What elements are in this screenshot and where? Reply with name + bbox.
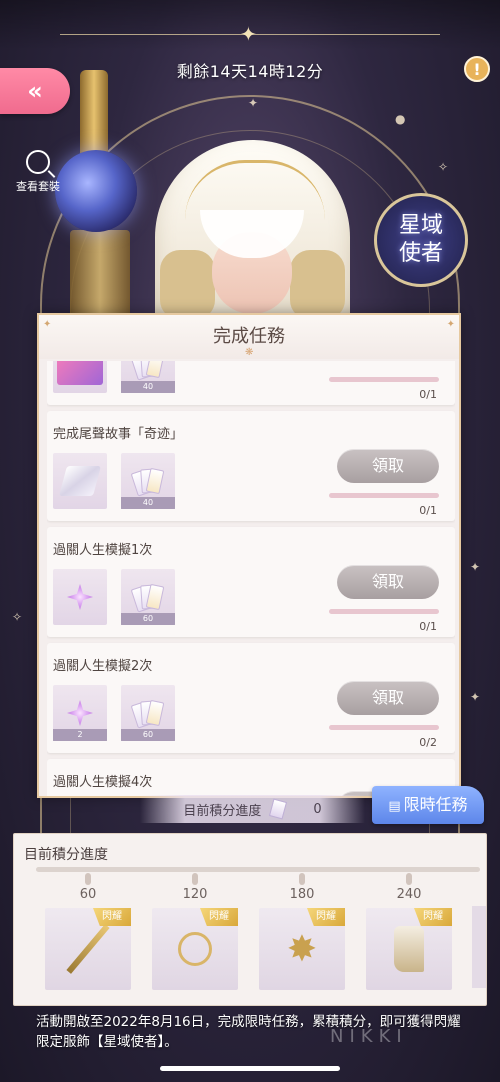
reward-qty: 40 — [121, 497, 175, 509]
task-card: 過關人生模擬2次 2 60 領取 0/2 — [47, 643, 455, 753]
milestone-partial — [472, 906, 486, 988]
limited-task-label: 限時任務 — [403, 795, 468, 814]
reward-progress-track — [36, 867, 480, 872]
exclamation-icon: ! — [473, 59, 481, 79]
progress-bar — [329, 377, 439, 382]
milestone[interactable]: 180 ✸ 閃耀 — [256, 873, 348, 990]
starry-orb — [55, 150, 137, 232]
milestone[interactable]: 240 閃耀 — [363, 873, 455, 990]
search-icon — [26, 150, 50, 174]
double-chevron-left-icon: « — [27, 77, 43, 105]
progress-text: 0/1 — [419, 504, 437, 517]
home-indicator[interactable] — [160, 1066, 340, 1071]
milestone-value: 120 — [182, 887, 208, 902]
reward-slot[interactable]: 40 — [121, 361, 175, 393]
progress-bar — [329, 725, 439, 730]
task-name: 過關人生模擬4次 — [53, 775, 153, 790]
emblem-line2: 使者 — [398, 241, 443, 266]
lamp-base — [70, 230, 130, 320]
task-name: 過關人生模擬2次 — [53, 659, 153, 674]
task-list-icon: ▤ — [388, 799, 401, 814]
claim-button[interactable]: 領取 — [337, 681, 439, 715]
milestone[interactable]: 120 閃耀 — [149, 873, 241, 990]
progress-text: 0/2 — [419, 736, 437, 749]
task-panel: 完成任務 ❋ ✦ ✦ 40 0/1 完成尾聲故事「奇迹」 40 領取 0/1 過… — [37, 313, 461, 798]
flash-tag: 閃耀 — [307, 908, 345, 926]
milestone-reward[interactable]: 閃耀 — [45, 908, 131, 990]
view-outfit-label: 查看套裝 — [16, 180, 60, 193]
task-card: 過關人生模擬1次 60 領取 0/1 — [47, 527, 455, 637]
reward-slot[interactable]: 40 — [121, 453, 175, 509]
reward-progress-title: 目前積分進度 — [24, 847, 108, 863]
task-card: 40 0/1 — [47, 361, 455, 405]
milestone-value: 180 — [289, 887, 315, 902]
star-gem-icon — [67, 700, 93, 726]
score-value: 0 — [313, 801, 322, 817]
event-emblem[interactable]: 星域 使者 — [374, 193, 468, 287]
progress-bar — [329, 609, 439, 614]
limited-task-button[interactable]: ▤ 限時任務 — [372, 786, 484, 824]
silk-icon — [58, 466, 102, 496]
flash-tag: 閃耀 — [200, 908, 238, 926]
claim-button[interactable]: 領取 — [337, 565, 439, 599]
earring-icon — [178, 932, 212, 966]
star-ornament-icon: ✸ — [286, 928, 318, 970]
character-hair — [160, 250, 215, 320]
reward-slot[interactable]: 60 — [121, 685, 175, 741]
reward-qty: 60 — [121, 613, 175, 625]
claim-button[interactable]: 領取 — [337, 449, 439, 483]
emblem-line1: 星域 — [398, 213, 443, 238]
event-description: 活動開啟至2022年8月16日，完成限時任務，累積積分，即可獲得閃耀限定服飾【星… — [36, 1014, 461, 1050]
milestone-reward[interactable]: 閃耀 — [366, 908, 452, 990]
ticket-icon — [130, 361, 165, 381]
ticket-icon — [130, 467, 165, 497]
progress-bar — [329, 493, 439, 498]
info-button[interactable]: ! — [464, 56, 490, 82]
ticket-icon — [130, 699, 165, 729]
flash-tag: 閃耀 — [93, 908, 131, 926]
milestone[interactable]: 60 閃耀 — [42, 873, 134, 990]
milestone-reward[interactable]: 閃耀 — [152, 908, 238, 990]
time-remaining: 剩餘14天14時12分 — [176, 62, 324, 81]
pink-card-icon — [57, 361, 103, 385]
progress-text: 0/1 — [419, 620, 437, 633]
milestone-reward[interactable]: ✸ 閃耀 — [259, 908, 345, 990]
milestone-pin — [192, 873, 198, 885]
reward-qty: 60 — [121, 729, 175, 741]
reward-slot[interactable]: 2 — [53, 685, 107, 741]
milestone-value: 60 — [79, 887, 97, 902]
star-gem-icon — [67, 584, 93, 610]
character-hair — [290, 250, 345, 320]
sparkle-icon: ✦ — [240, 22, 257, 46]
snowflake-icon: ❋ — [245, 347, 254, 358]
milestone-pin — [299, 873, 305, 885]
reward-slot[interactable]: 60 — [121, 569, 175, 625]
reward-qty: 40 — [121, 381, 175, 393]
milestone-value: 240 — [396, 887, 422, 902]
ticket-icon — [269, 798, 288, 820]
reward-qty: 2 — [53, 729, 107, 741]
reward-slot[interactable] — [53, 569, 107, 625]
ticket-icon — [130, 583, 165, 613]
task-name: 過關人生模擬1次 — [53, 543, 153, 558]
view-outfit-button[interactable]: 查看套裝 — [10, 150, 66, 194]
score-strip: 目前積分進度 0 — [140, 795, 365, 823]
task-card: 完成尾聲故事「奇迹」 40 領取 0/1 — [47, 411, 455, 521]
progress-text: 0/1 — [419, 388, 437, 401]
milestone-pin — [85, 873, 91, 885]
lamp-stand — [80, 70, 108, 160]
reward-slot[interactable] — [53, 453, 107, 509]
corner-ornament-icon: ✦ — [446, 319, 455, 330]
corner-ornament-icon: ✦ — [43, 319, 52, 330]
back-button[interactable]: « — [0, 68, 70, 114]
flash-tag: 閃耀 — [414, 908, 452, 926]
task-name: 完成尾聲故事「奇迹」 — [53, 427, 184, 442]
task-list[interactable]: 40 0/1 完成尾聲故事「奇迹」 40 領取 0/1 過關人生模擬1次 60 … — [47, 361, 455, 796]
wand-icon — [66, 924, 110, 974]
boots-icon — [394, 926, 424, 972]
reward-slot[interactable] — [53, 361, 107, 393]
milestone-pin — [406, 873, 412, 885]
score-label: 目前積分進度 — [183, 803, 262, 819]
